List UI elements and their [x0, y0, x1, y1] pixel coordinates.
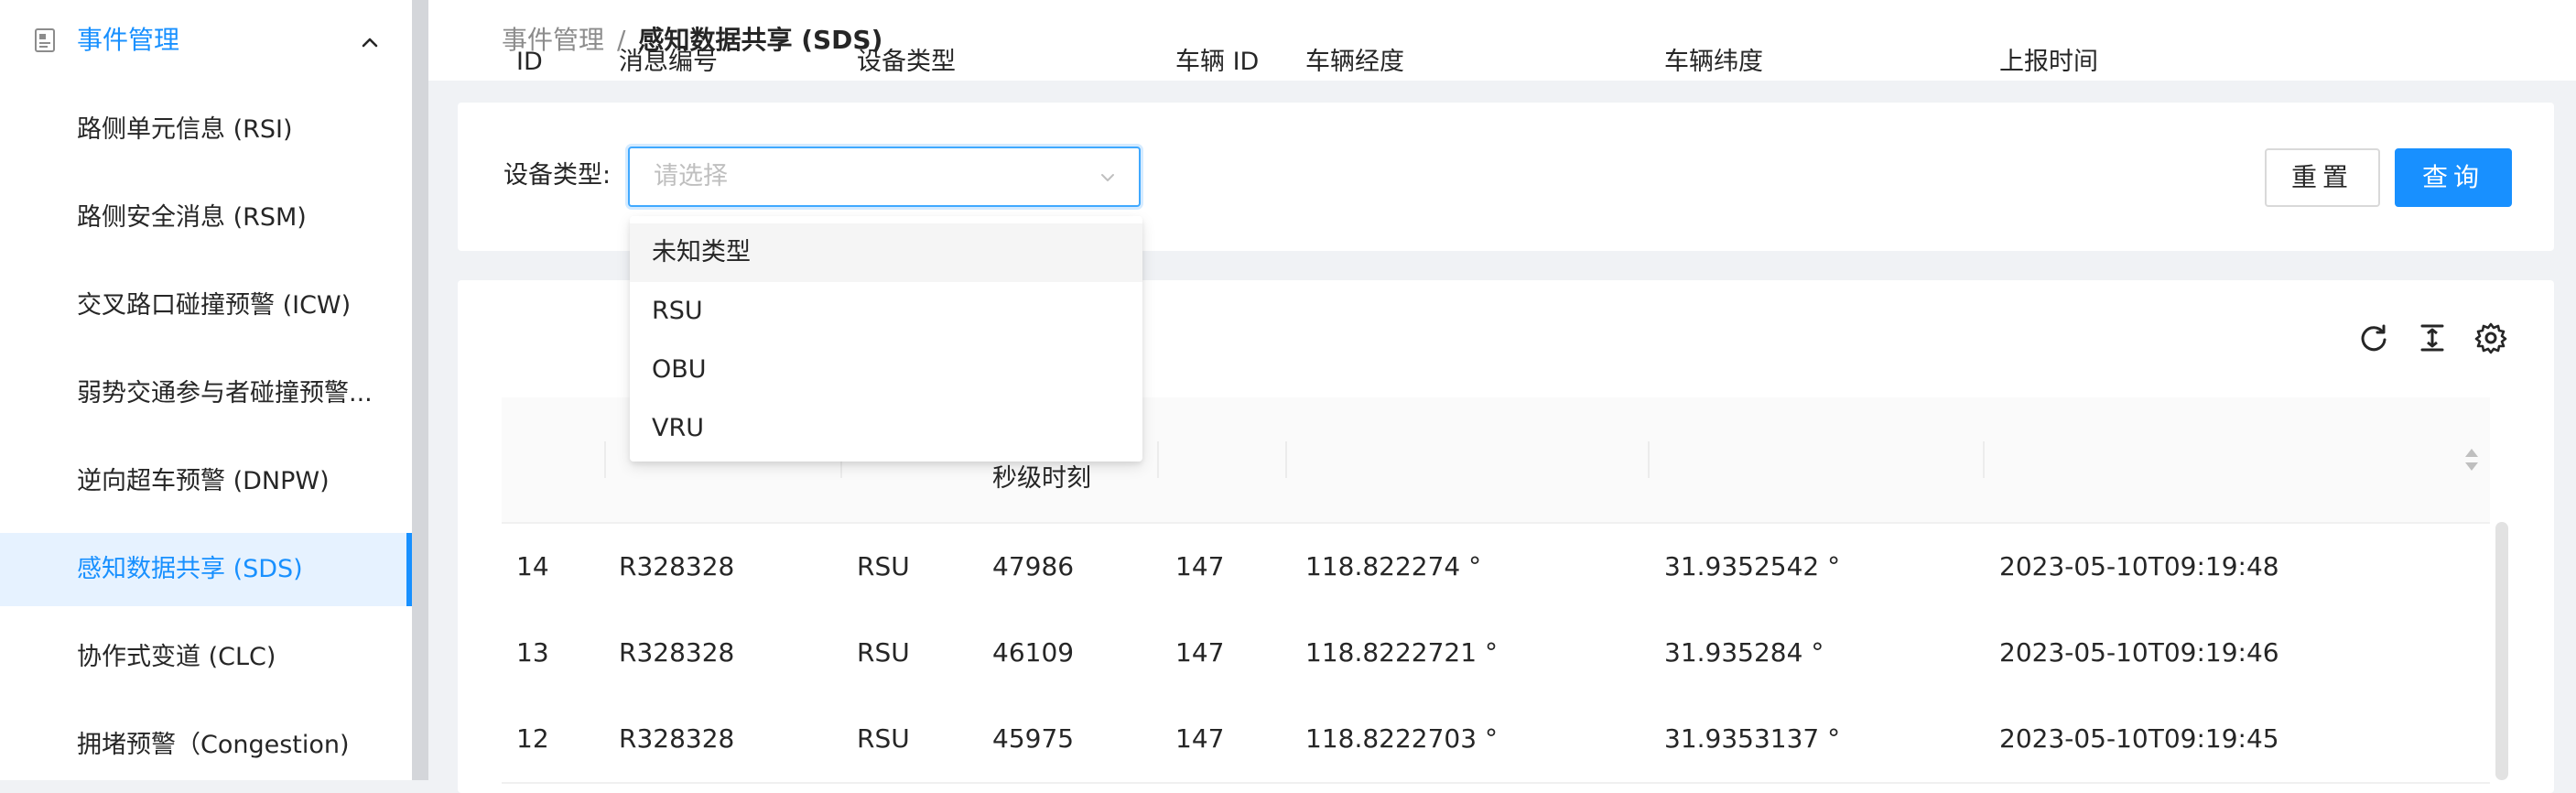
cell-report-time: 2023-05-10T09:19:48 [1999, 551, 2279, 581]
column-height-icon[interactable] [2415, 320, 2450, 355]
cell-latitude: 31.9352542 ° [1664, 551, 1841, 581]
cell-report-time: 2023-05-10T09:19:45 [1999, 723, 2279, 754]
cell-vehicle-id: 147 [1175, 723, 1225, 754]
sidebar-item-congestion[interactable]: 拥堵预警（Congestion) [0, 709, 412, 782]
table-row[interactable]: 12 R328328 RSU 45975 147 118.8222703 ° 3… [502, 696, 2490, 784]
column-header-latitude[interactable]: 车辆纬度 [1664, 0, 1763, 125]
column-divider [1648, 441, 1650, 478]
cell-device-type: RSU [857, 637, 910, 668]
sidebar-item-sds[interactable]: 感知数据共享 (SDS) [0, 533, 412, 606]
column-header-msg-no[interactable]: 消息编号 [619, 0, 718, 125]
column-divider [1285, 441, 1287, 478]
cell-latitude: 31.935284 ° [1664, 637, 1824, 668]
search-button[interactable]: 查询 [2395, 148, 2512, 207]
dropdown-option-vru[interactable]: VRU [630, 399, 1142, 458]
cell-report-time: 2023-05-10T09:19:46 [1999, 637, 2279, 668]
event-report-icon [33, 27, 59, 53]
cell-sec-mark: 45975 [992, 723, 1075, 754]
sidebar-item-label: 感知数据共享 (SDS) [77, 555, 303, 583]
sidebar-item-icw[interactable]: 交叉路口碰撞预警 (ICW) [0, 269, 412, 342]
reset-button[interactable]: 重置 [2265, 148, 2380, 207]
sidebar-item-rsm[interactable]: 路侧安全消息 (RSM) [0, 181, 412, 255]
column-divider [604, 441, 606, 478]
sidebar-item-label: 协作式变道 (CLC) [77, 643, 276, 671]
sidebar-item-label: 逆向超车预警 (DNPW) [77, 467, 330, 495]
chevron-down-icon [1097, 167, 1119, 189]
column-header-device-type[interactable]: 设备类型 [857, 0, 956, 125]
cell-vehicle-id: 147 [1175, 551, 1225, 581]
device-type-label: 设备类型: [503, 161, 612, 190]
sort-icon[interactable] [2462, 445, 2481, 474]
cell-device-type: RSU [857, 723, 910, 754]
column-divider [1983, 441, 1985, 478]
sidebar-item-label: 路侧安全消息 (RSM) [77, 203, 307, 232]
sidebar-item-label: 弱势交通参与者碰撞预警... [77, 379, 373, 407]
column-header-report-time[interactable]: 上报时间 [1999, 0, 2098, 125]
cell-device-type: RSU [857, 551, 910, 581]
column-header-id[interactable]: ID [516, 0, 543, 125]
cell-latitude: 31.9353137 ° [1664, 723, 1841, 754]
cell-msg-no: R328328 [619, 637, 735, 668]
dropdown-option-rsu[interactable]: RSU [630, 282, 1142, 341]
cell-longitude: 118.8222703 ° [1305, 723, 1498, 754]
sidebar: 事件管理 路侧单元信息 (RSI) 路侧安全消息 (RSM) 交叉路口碰撞预警 … [0, 0, 412, 780]
chevron-up-icon [357, 29, 383, 55]
table-row[interactable]: 13 R328328 RSU 46109 147 118.8222721 ° 3… [502, 610, 2490, 698]
column-header-sec-mark[interactable]: 秒级时刻 [992, 456, 1091, 502]
cell-vehicle-id: 147 [1175, 637, 1225, 668]
cell-msg-no: R328328 [619, 551, 735, 581]
device-type-dropdown: 未知类型 RSU OBU VRU [630, 216, 1142, 462]
column-header-vehicle-id[interactable]: 车辆 ID [1175, 0, 1259, 125]
top-header: 事件管理 / 感知数据共享 (SDS) [428, 0, 2576, 81]
cell-msg-no: R328328 [619, 723, 735, 754]
sidebar-item-vru-collision[interactable]: 弱势交通参与者碰撞预警... [0, 357, 412, 430]
table-row[interactable]: 14 R328328 RSU 47986 147 118.822274 ° 31… [502, 524, 2490, 612]
cell-id: 12 [516, 723, 549, 754]
cell-id: 14 [516, 551, 549, 581]
sidebar-scrollbar[interactable] [412, 0, 428, 780]
column-divider [1157, 441, 1159, 478]
sidebar-item-dnpw[interactable]: 逆向超车预警 (DNPW) [0, 445, 412, 518]
cell-longitude: 118.8222721 ° [1305, 637, 1498, 668]
cell-id: 13 [516, 637, 549, 668]
cell-longitude: 118.822274 ° [1305, 551, 1482, 581]
sidebar-item-clc[interactable]: 协作式变道 (CLC) [0, 621, 412, 694]
column-header-longitude[interactable]: 车辆经度 [1305, 0, 1404, 125]
dropdown-option-unknown[interactable]: 未知类型 [630, 223, 1142, 282]
menu-group-event-management[interactable]: 事件管理 [0, 0, 412, 84]
cell-sec-mark: 46109 [992, 637, 1075, 668]
sidebar-item-label: 拥堵预警（Congestion) [77, 731, 350, 759]
dropdown-option-obu[interactable]: OBU [630, 341, 1142, 399]
device-type-placeholder: 请选择 [654, 162, 728, 190]
sidebar-item-label: 交叉路口碰撞预警 (ICW) [77, 291, 352, 320]
menu-group-title: 事件管理 [77, 25, 180, 55]
reload-icon[interactable] [2356, 320, 2391, 355]
device-type-select[interactable]: 请选择 [628, 147, 1141, 207]
table-scrollbar[interactable] [2495, 522, 2508, 780]
sidebar-item-rsi[interactable]: 路侧单元信息 (RSI) [0, 93, 412, 167]
sidebar-item-label: 路侧单元信息 (RSI) [77, 115, 293, 144]
settings-gear-icon[interactable] [2473, 320, 2508, 355]
cell-sec-mark: 47986 [992, 551, 1075, 581]
